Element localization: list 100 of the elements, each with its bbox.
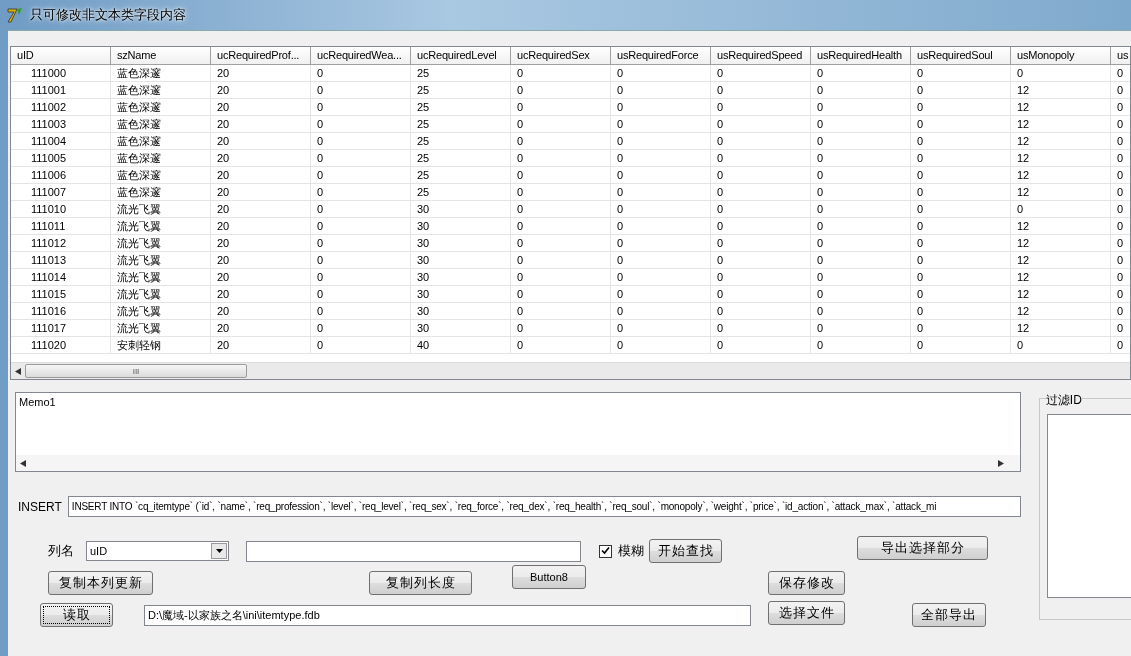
table-cell: 0 [611,252,711,269]
table-cell: 0 [1111,133,1130,150]
table-cell: 0 [811,320,911,337]
table-cell: 12 [1011,150,1111,167]
table-cell: 蓝色深邃 [111,99,211,116]
save-button[interactable]: 保存修改 [768,571,845,595]
column-header: usMonopoly [1011,47,1111,65]
table-cell: 0 [611,65,711,82]
read-button[interactable]: 读取 [40,603,113,627]
table-cell: 0 [511,201,611,218]
table-cell: 0 [311,116,411,133]
scrollbar-thumb[interactable]: III [25,364,247,378]
table-cell: 0 [811,116,911,133]
table-cell: 111017 [11,320,111,337]
column-header: ucRequiredProf... [211,47,311,65]
table-cell: 0 [911,201,1011,218]
table-cell: 流光飞翼 [111,269,211,286]
table-cell: 20 [211,337,311,354]
filter-group-label: 过滤ID [1045,392,1082,409]
column-header: ucRequiredLevel [411,47,511,65]
table-cell: 0 [711,269,811,286]
memo-field[interactable]: Memo1 [15,392,1021,472]
table-cell: 111001 [11,82,111,99]
table-cell: 0 [511,252,611,269]
copy-update-button[interactable]: 复制本列更新 [48,571,153,595]
table-cell: 0 [811,82,911,99]
window-title: 只可修改非文本类字段内容 [30,6,186,24]
table-cell: 12 [1011,235,1111,252]
table-cell: 0 [911,286,1011,303]
file-path-field[interactable]: D:\魔域-以家族之名\ini\itemtype.fdb [144,604,751,626]
table-cell: 20 [211,252,311,269]
table-cell: 0 [1111,337,1130,354]
column-select[interactable]: uID [86,541,229,561]
table-cell: 0 [811,201,911,218]
table-cell: 0 [911,167,1011,184]
find-button[interactable]: 开始查找 [649,539,722,563]
table-cell: 0 [711,184,811,201]
table-cell: 0 [911,218,1011,235]
export-all-button[interactable]: 全部导出 [912,603,986,627]
button8-button[interactable]: Button8 [512,565,586,589]
choose-file-button[interactable]: 选择文件 [768,601,845,625]
table-cell: 0 [1111,65,1130,82]
table-cell: 20 [211,184,311,201]
search-field[interactable] [246,540,581,562]
table-cell: 0 [511,184,611,201]
table-cell: 0 [711,82,811,99]
table-cell: 流光飞翼 [111,303,211,320]
table-cell: 0 [711,320,811,337]
table-cell: 0 [611,320,711,337]
table-cell: 20 [211,286,311,303]
table-cell: 0 [911,303,1011,320]
column-header: usRequiredSpeed [711,47,811,65]
table-cell: 0 [911,133,1011,150]
table-cell: 30 [411,303,511,320]
fuzzy-label: 模糊 [618,542,644,560]
table-cell: 0 [611,303,711,320]
column-header: usRequiredHealth [811,47,911,65]
table-cell: 蓝色深邃 [111,150,211,167]
table-cell: 0 [611,133,711,150]
table-cell: 0 [511,65,611,82]
table-cell: 20 [211,82,311,99]
table-cell: 0 [711,337,811,354]
insert-field[interactable]: INSERT INTO `cq_itemtype` (`id`, `name`, `req_profession`, `level`, `req_level`, `req_sex`, `req_force`, `req_dex`, `req_health`, `req_soul`, `monopoly`, `weight`, `price`, `id_action`, `attack_max`, `attack_mi [67,496,1021,517]
table-cell: 12 [1011,167,1111,184]
table-cell: 0 [511,150,611,167]
table-cell: 0 [311,218,411,235]
table-cell: 0 [1111,269,1130,286]
table-cell: 0 [311,167,411,184]
table-cell: 0 [611,150,711,167]
table-cell: 0 [311,269,411,286]
column-header: ucRequiredSex [511,47,611,65]
table-cell: 0 [711,303,811,320]
table-cell: 0 [511,320,611,337]
table-cell: 20 [211,303,311,320]
filter-list[interactable] [1046,414,1131,598]
table-cell: 30 [411,269,511,286]
table-cell: 25 [411,167,511,184]
table-cell: 0 [811,252,911,269]
table-cell: 0 [511,286,611,303]
table-cell: 0 [311,201,411,218]
table-cell: 0 [511,99,611,116]
table-cell: 0 [311,184,411,201]
table-cell: 0 [711,286,811,303]
fuzzy-checkbox[interactable] [599,544,612,558]
table-cell: 流光飞翼 [111,252,211,269]
table-cell: 20 [211,99,311,116]
table-cell: 12 [1011,133,1111,150]
table-cell: 流光飞翼 [111,218,211,235]
table-cell: 0 [711,201,811,218]
copy-length-button[interactable]: 复制列长度 [369,571,472,595]
table-cell: 0 [911,150,1011,167]
table-cell: 0 [611,286,711,303]
table-cell: 0 [811,218,911,235]
export-selected-button[interactable]: 导出选择部分 [857,536,988,560]
table-cell: 0 [311,303,411,320]
table-cell: 0 [1111,184,1130,201]
table-cell: 25 [411,150,511,167]
table-cell: 12 [1011,99,1111,116]
column-header: us [1111,47,1130,65]
table-cell: 流光飞翼 [111,286,211,303]
